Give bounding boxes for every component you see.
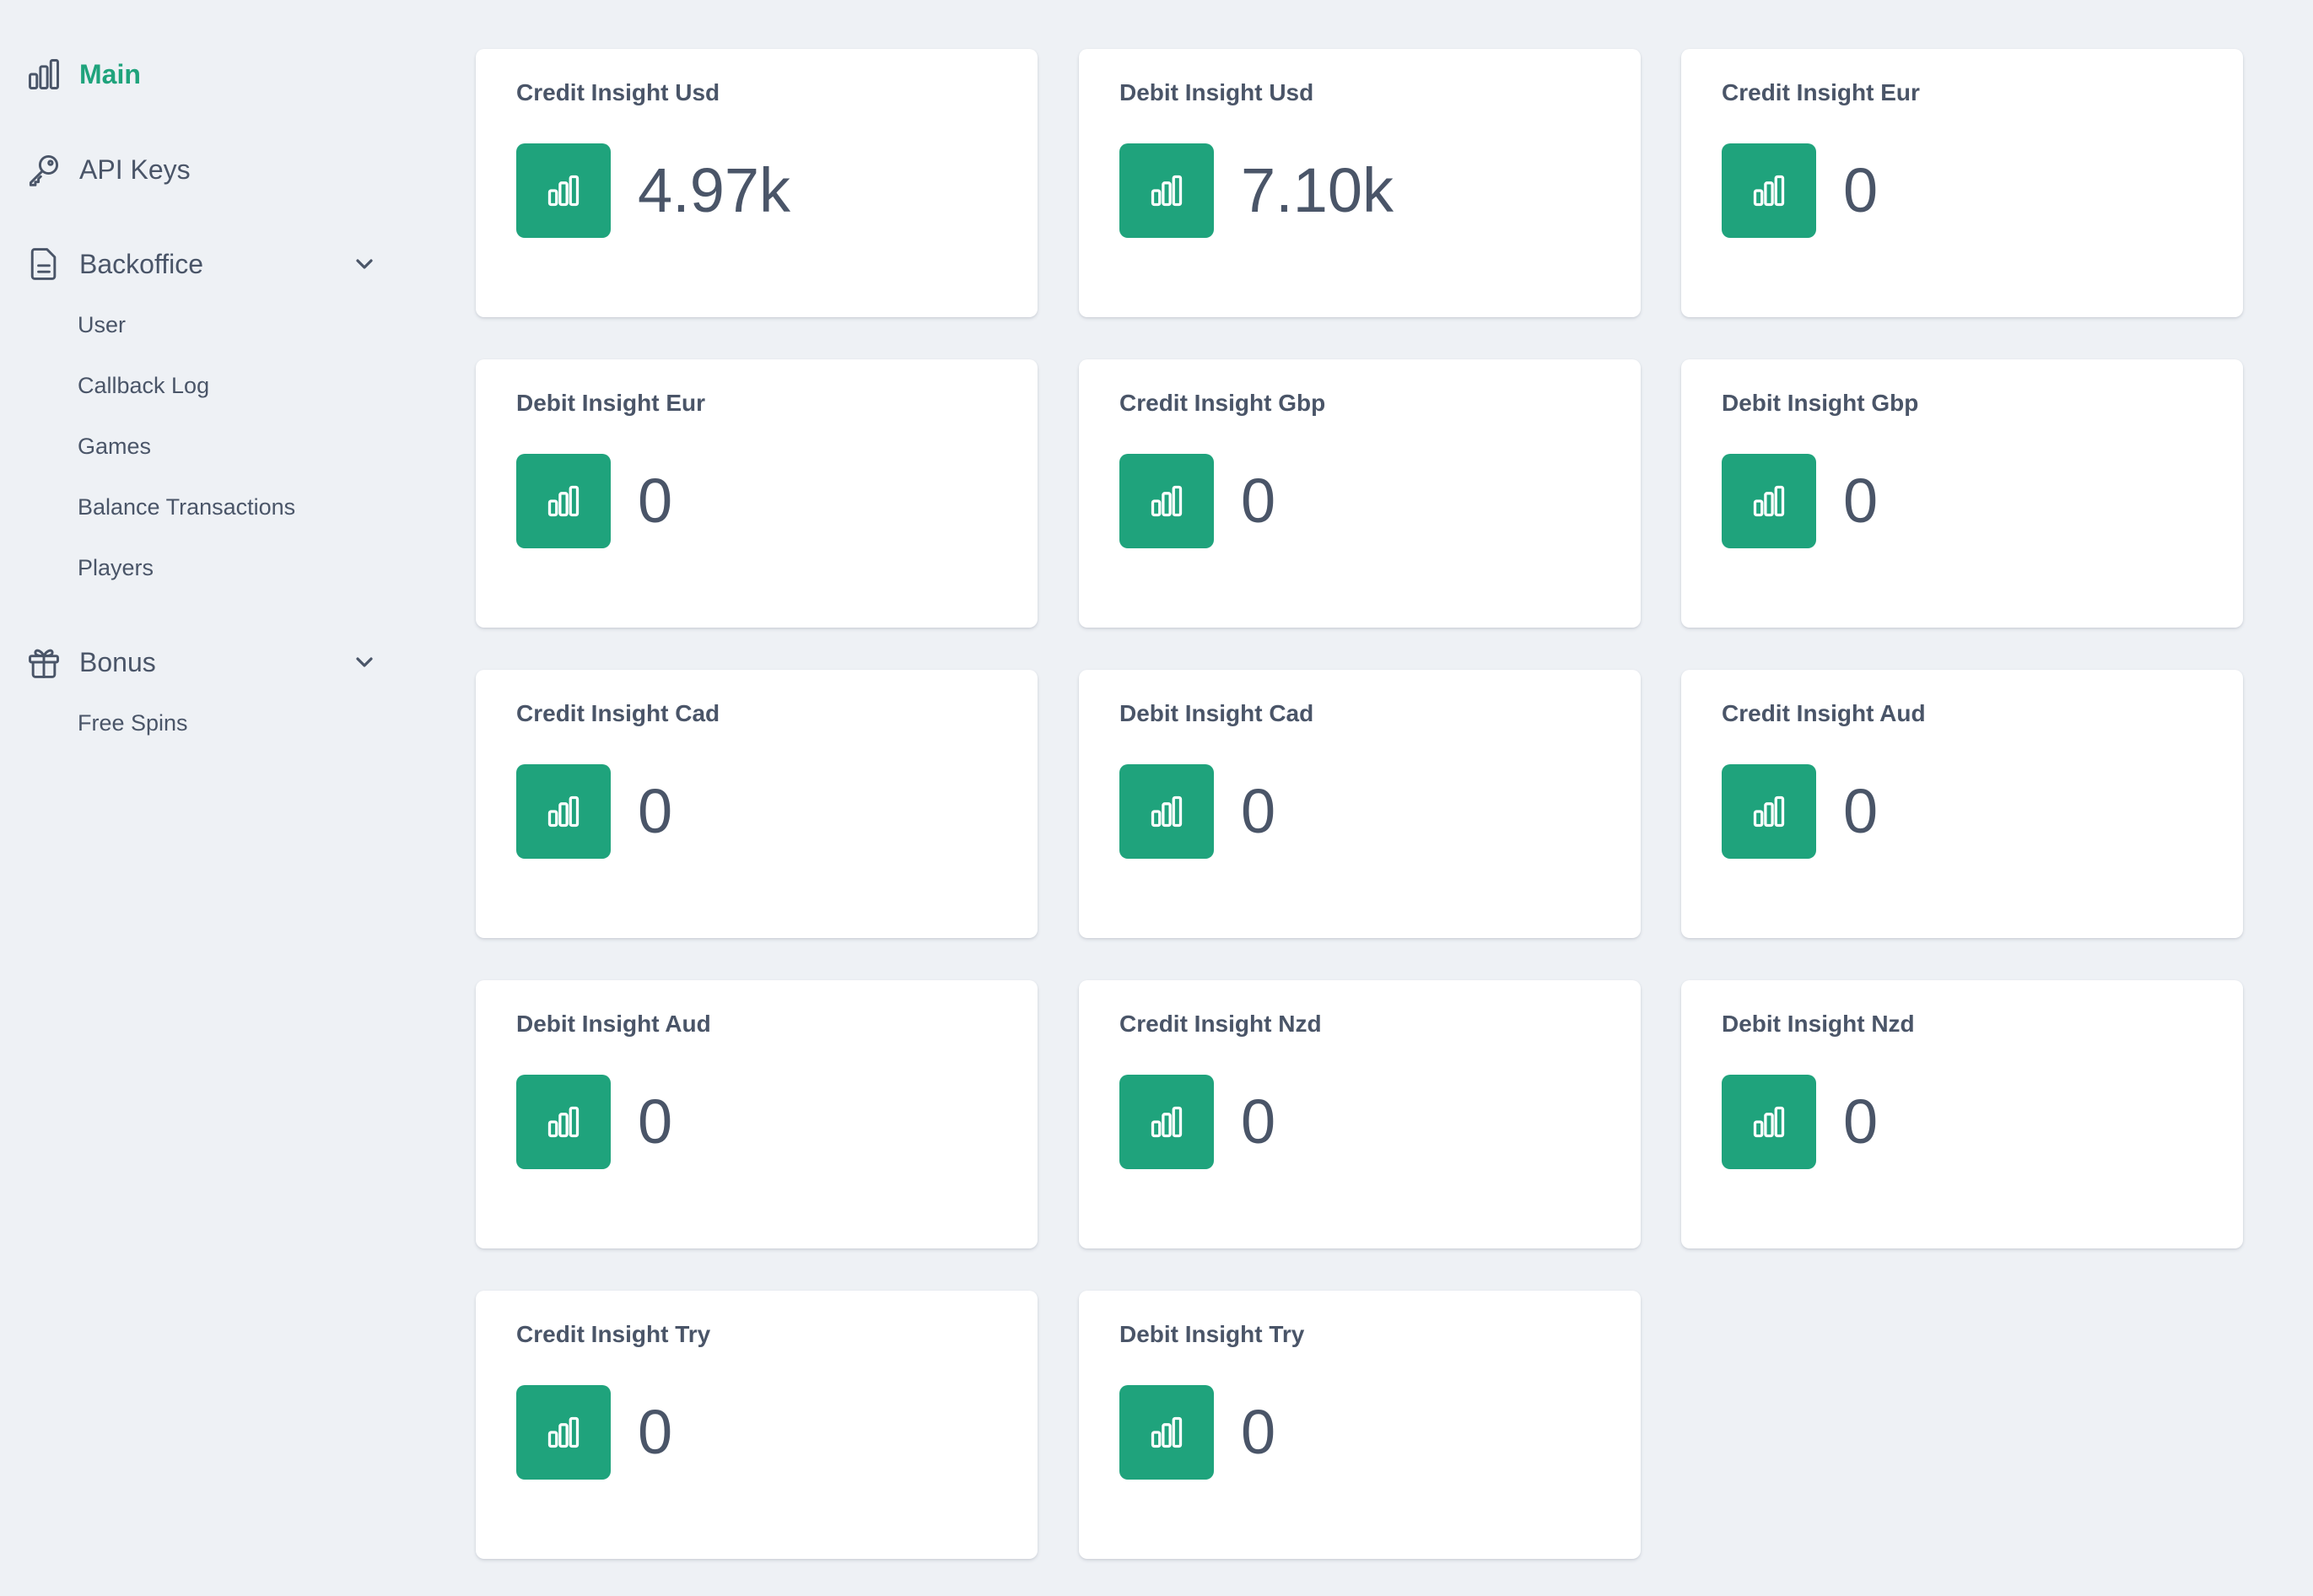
- nav-backoffice[interactable]: Backoffice: [24, 239, 378, 289]
- nav-main-label: Main: [79, 58, 141, 89]
- card-value: 0: [1843, 155, 1879, 225]
- insight-card: Debit Insight Cad 0: [1079, 670, 1641, 938]
- card-value: 0: [638, 1086, 673, 1157]
- insight-card: Credit Insight Usd 4.97k: [476, 49, 1038, 317]
- chart-bar-icon: [1119, 1385, 1214, 1480]
- insight-card: Credit Insight Cad 0: [476, 670, 1038, 938]
- insight-card: Credit Insight Gbp 0: [1079, 359, 1641, 628]
- sidebar-item-free-spins[interactable]: Free Spins: [78, 706, 188, 740]
- sidebar-item-games[interactable]: Games: [78, 429, 151, 463]
- insight-card: Debit Insight Gbp 0: [1681, 359, 2243, 628]
- chart-bar-icon: [1119, 143, 1214, 238]
- chart-bar-icon: [516, 1075, 611, 1169]
- nav-main[interactable]: Main: [24, 49, 378, 100]
- chart-bar-icon: [1119, 454, 1214, 548]
- nav-bonus-label: Bonus: [79, 646, 156, 677]
- card-value: 0: [1241, 466, 1276, 536]
- card-title: Credit Insight Try: [516, 1321, 711, 1347]
- insight-card: Credit Insight Aud 0: [1681, 670, 2243, 938]
- insight-card: Credit Insight Eur 0: [1681, 49, 2243, 317]
- card-title: Debit Insight Try: [1119, 1321, 1305, 1347]
- insight-card: Debit Insight Eur 0: [476, 359, 1038, 628]
- chart-bar-icon: [1722, 143, 1816, 238]
- card-value: 0: [638, 466, 673, 536]
- card-value: 0: [1241, 776, 1276, 846]
- card-title: Debit Insight Nzd: [1722, 1011, 1915, 1037]
- nav-api-keys[interactable]: API Keys: [24, 144, 378, 195]
- card-value: 7.10k: [1241, 155, 1394, 225]
- nav-bonus[interactable]: Bonus: [24, 637, 378, 687]
- card-value: 0: [1241, 1086, 1276, 1157]
- chart-bar-icon: [1722, 764, 1816, 859]
- sidebar-item-callback-log[interactable]: Callback Log: [78, 369, 209, 402]
- chart-bar-icon: [516, 764, 611, 859]
- insight-card: Debit Insight Aud 0: [476, 980, 1038, 1248]
- insight-card: Debit Insight Usd 7.10k: [1079, 49, 1641, 317]
- chart-bar-icon: [516, 454, 611, 548]
- chart-bar-icon: [516, 1385, 611, 1480]
- card-title: Credit Insight Nzd: [1119, 1011, 1322, 1037]
- card-value: 0: [638, 1397, 673, 1467]
- card-value: 0: [1843, 776, 1879, 846]
- nav-backoffice-label: Backoffice: [79, 248, 204, 279]
- chart-bar-icon: [1119, 1075, 1214, 1169]
- insight-card: Debit Insight Nzd 0: [1681, 980, 2243, 1248]
- card-title: Credit Insight Aud: [1722, 700, 1926, 726]
- chart-bar-icon: [1722, 1075, 1816, 1169]
- card-title: Debit Insight Usd: [1119, 79, 1314, 105]
- chart-bar-icon: [24, 54, 64, 94]
- sidebar-item-user[interactable]: User: [78, 308, 126, 342]
- chevron-down-icon[interactable]: [351, 251, 378, 278]
- card-title: Debit Insight Aud: [516, 1011, 711, 1037]
- nav-api-keys-label: API Keys: [79, 154, 191, 185]
- card-title: Credit Insight Usd: [516, 79, 720, 105]
- card-title: Debit Insight Cad: [1119, 700, 1314, 726]
- insight-card: Credit Insight Try 0: [476, 1291, 1038, 1559]
- key-icon: [24, 149, 64, 190]
- insight-card: Debit Insight Try 0: [1079, 1291, 1641, 1559]
- sidebar-item-balance-transactions[interactable]: Balance Transactions: [78, 490, 295, 524]
- chevron-down-icon[interactable]: [351, 649, 378, 676]
- sidebar: Main API Keys Backoffice User Callback L…: [0, 0, 396, 1596]
- gift-icon: [24, 642, 64, 682]
- card-value: 0: [1843, 1086, 1879, 1157]
- insight-card: Credit Insight Nzd 0: [1079, 980, 1641, 1248]
- card-value: 0: [1843, 466, 1879, 536]
- chart-bar-icon: [516, 143, 611, 238]
- card-title: Credit Insight Gbp: [1119, 390, 1326, 416]
- card-value: 0: [638, 776, 673, 846]
- card-value: 0: [1241, 1397, 1276, 1467]
- card-value: 4.97k: [638, 155, 791, 225]
- chart-bar-icon: [1722, 454, 1816, 548]
- document-icon: [24, 244, 64, 284]
- card-title: Debit Insight Eur: [516, 390, 705, 416]
- card-title: Credit Insight Cad: [516, 700, 720, 726]
- card-title: Credit Insight Eur: [1722, 79, 1920, 105]
- sidebar-item-players[interactable]: Players: [78, 551, 154, 585]
- card-title: Debit Insight Gbp: [1722, 390, 1919, 416]
- chart-bar-icon: [1119, 764, 1214, 859]
